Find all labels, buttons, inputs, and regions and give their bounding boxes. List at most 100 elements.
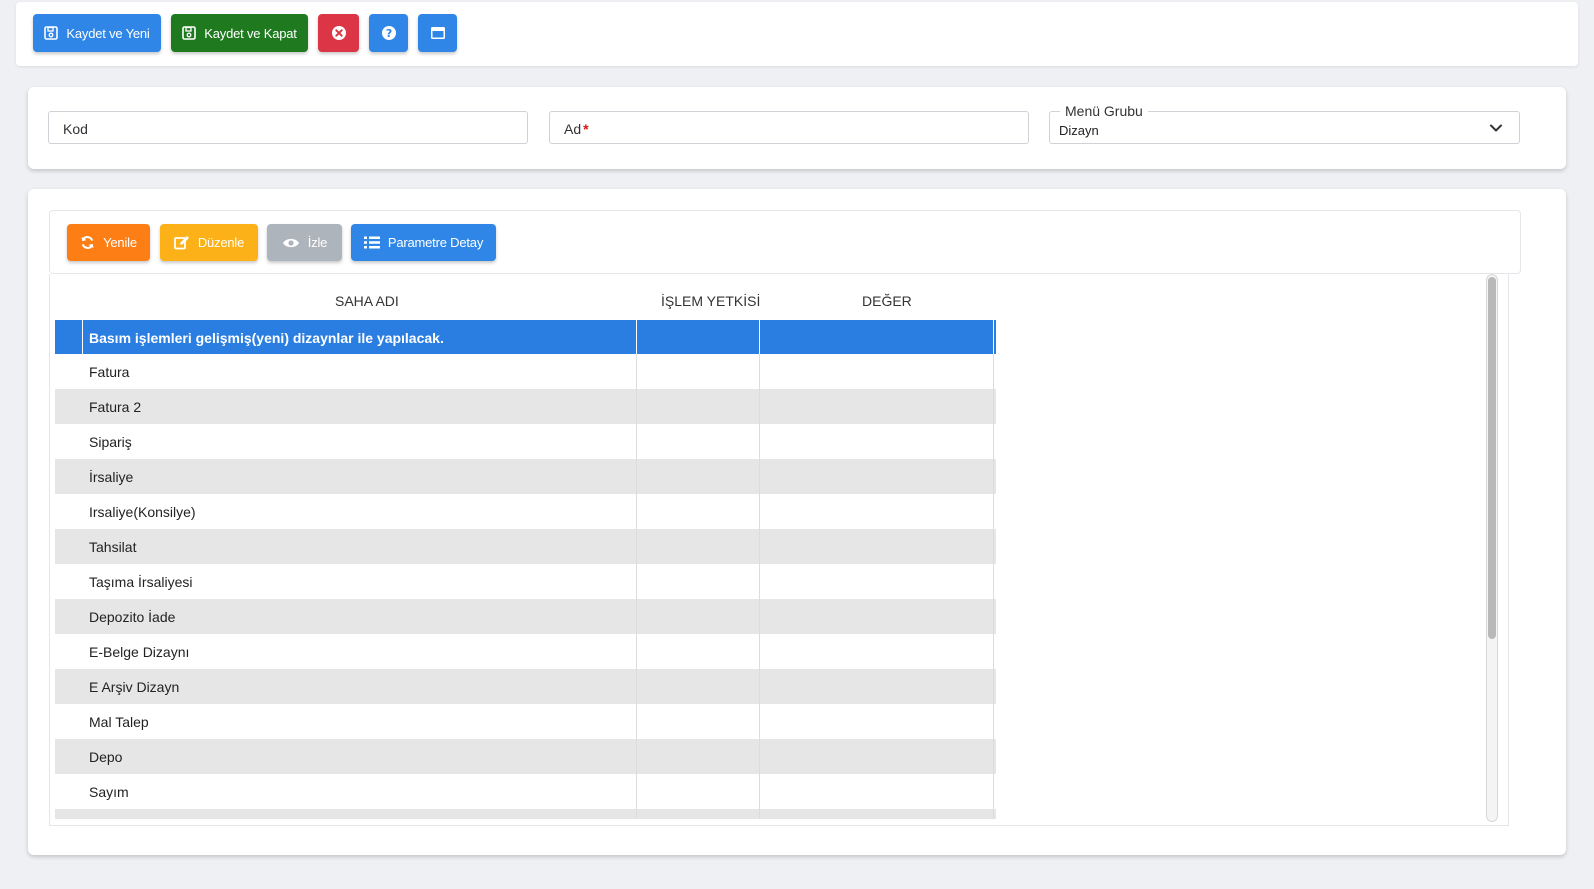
cell-deger[interactable] — [760, 739, 994, 774]
cell-deger[interactable] — [760, 774, 994, 809]
ad-field[interactable]: Ad * — [549, 111, 1029, 144]
window-icon — [430, 26, 446, 40]
table-row[interactable]: Tahsilat — [55, 529, 996, 564]
table-row[interactable]: Taşıma İrsaliyesi — [55, 564, 996, 599]
row-indicator-cell[interactable] — [55, 320, 83, 354]
cell-islem-yetkisi[interactable] — [637, 459, 760, 494]
cell-saha-adi[interactable]: E Arşiv Dizayn — [83, 669, 637, 704]
refresh-button[interactable]: Yenile — [67, 224, 150, 261]
eye-icon — [282, 237, 300, 249]
grid-panel: Yenile Düzenle İzle Parametre Detay SAHA… — [28, 189, 1566, 855]
cell-deger[interactable] — [760, 424, 994, 459]
row-indicator-cell[interactable] — [55, 774, 83, 809]
cell-islem-yetkisi[interactable] — [637, 634, 760, 669]
cell-saha-adi[interactable]: Taşıma İrsaliyesi — [83, 564, 637, 599]
table-row[interactable]: Depozito İade — [55, 599, 996, 634]
top-toolbar: Kaydet ve Yeni Kaydet ve Kapat ? — [16, 2, 1578, 66]
cell-saha-adi[interactable]: Mal Talep — [83, 704, 637, 739]
window-button[interactable] — [418, 14, 457, 52]
save-and-close-label: Kaydet ve Kapat — [204, 25, 297, 41]
cell-deger[interactable] — [760, 669, 994, 704]
row-indicator-cell[interactable] — [55, 354, 83, 389]
row-indicator-cell[interactable] — [55, 669, 83, 704]
cell-saha-adi[interactable]: Irsaliye(Konsilye) — [83, 494, 637, 529]
table-row[interactable]: Basım işlemleri gelişmiş(yeni) dizaynlar… — [55, 320, 996, 354]
row-indicator-cell[interactable] — [55, 634, 83, 669]
cell-islem-yetkisi[interactable] — [637, 564, 760, 599]
table-header: SAHA ADI İŞLEM YETKİSİ DEĞER — [50, 274, 996, 320]
table-row[interactable]: E-Belge Dizaynı — [55, 634, 996, 669]
column-header-saha-adi[interactable]: SAHA ADI — [335, 293, 399, 309]
cell-islem-yetkisi[interactable] — [637, 389, 760, 424]
cell-deger[interactable] — [760, 320, 994, 354]
cell-saha-adi[interactable]: Depo — [83, 739, 637, 774]
table-row[interactable]: Fatura 2 — [55, 389, 996, 424]
cell-deger[interactable] — [760, 599, 994, 634]
cancel-button[interactable] — [318, 14, 359, 52]
row-indicator-cell[interactable] — [55, 599, 83, 634]
cell-deger[interactable] — [760, 354, 994, 389]
list-icon — [363, 236, 380, 249]
row-indicator-cell[interactable] — [55, 459, 83, 494]
cell-saha-adi[interactable]: Sipariş — [83, 424, 637, 459]
vertical-scrollbar[interactable] — [1486, 274, 1498, 822]
cell-islem-yetkisi[interactable] — [637, 739, 760, 774]
save-and-close-button[interactable]: Kaydet ve Kapat — [171, 14, 308, 52]
cell-islem-yetkisi[interactable] — [637, 704, 760, 739]
cell-islem-yetkisi[interactable] — [637, 494, 760, 529]
table-row[interactable]: İrsaliye — [55, 459, 996, 494]
row-indicator-cell[interactable] — [55, 424, 83, 459]
cell-saha-adi[interactable]: İrsaliye — [83, 459, 637, 494]
cell-deger[interactable] — [760, 389, 994, 424]
row-indicator-cell[interactable] — [55, 564, 83, 599]
row-indicator-cell[interactable] — [55, 739, 83, 774]
cell-deger[interactable] — [760, 704, 994, 739]
edit-button[interactable]: Düzenle — [160, 224, 258, 261]
column-header-deger[interactable]: DEĞER — [862, 293, 912, 309]
row-indicator-cell[interactable] — [55, 389, 83, 424]
row-indicator-cell[interactable] — [55, 494, 83, 529]
view-button[interactable]: İzle — [267, 224, 342, 261]
cell-deger[interactable] — [760, 459, 994, 494]
cell-islem-yetkisi[interactable] — [637, 354, 760, 389]
row-indicator-cell[interactable] — [55, 529, 83, 564]
scrollbar-thumb[interactable] — [1488, 277, 1496, 639]
table-row[interactable]: Mal Talep — [55, 704, 996, 739]
kod-field[interactable]: Kod — [48, 111, 528, 144]
cell-deger[interactable] — [760, 494, 994, 529]
edit-icon — [173, 235, 190, 250]
cell-saha-adi[interactable]: Fatura — [83, 354, 637, 389]
table-row[interactable] — [55, 809, 996, 819]
parameter-detail-label: Parametre Detay — [387, 235, 484, 250]
row-indicator-cell[interactable] — [55, 704, 83, 739]
cell-saha-adi[interactable]: Fatura 2 — [83, 389, 637, 424]
cell-islem-yetkisi[interactable] — [637, 424, 760, 459]
table-row[interactable]: Sipariş — [55, 424, 996, 459]
cell-islem-yetkisi[interactable] — [637, 320, 760, 354]
cell-saha-adi[interactable]: Tahsilat — [83, 529, 637, 564]
column-header-islem-yetkisi[interactable]: İŞLEM YETKİSİ — [661, 293, 760, 309]
cell-islem-yetkisi[interactable] — [637, 599, 760, 634]
table-row[interactable]: E Arşiv Dizayn — [55, 669, 996, 704]
cell-saha-adi[interactable]: Depozito İade — [83, 599, 637, 634]
cell-deger[interactable] — [760, 529, 994, 564]
table-row[interactable]: Depo — [55, 739, 996, 774]
cell-deger[interactable] — [760, 634, 994, 669]
svg-text:?: ? — [385, 27, 391, 40]
table-row[interactable]: Irsaliye(Konsilye) — [55, 494, 996, 529]
menu-group-value: Dizayn — [1059, 123, 1099, 138]
cell-islem-yetkisi[interactable] — [637, 774, 760, 809]
table-row[interactable]: Sayım — [55, 774, 996, 809]
required-mark: * — [583, 121, 589, 137]
cell-saha-adi[interactable]: Sayım — [83, 774, 637, 809]
cell-saha-adi[interactable]: Basım işlemleri gelişmiş(yeni) dizaynlar… — [83, 320, 637, 354]
cell-deger[interactable] — [760, 564, 994, 599]
save-and-new-button[interactable]: Kaydet ve Yeni — [33, 14, 161, 52]
menu-group-select[interactable]: Menü Grubu Dizayn — [1049, 103, 1520, 144]
table-row[interactable]: Fatura — [55, 354, 996, 389]
parameter-detail-button[interactable]: Parametre Detay — [351, 224, 496, 261]
help-button[interactable]: ? — [369, 14, 408, 52]
cell-islem-yetkisi[interactable] — [637, 669, 760, 704]
cell-islem-yetkisi[interactable] — [637, 529, 760, 564]
cell-saha-adi[interactable]: E-Belge Dizaynı — [83, 634, 637, 669]
